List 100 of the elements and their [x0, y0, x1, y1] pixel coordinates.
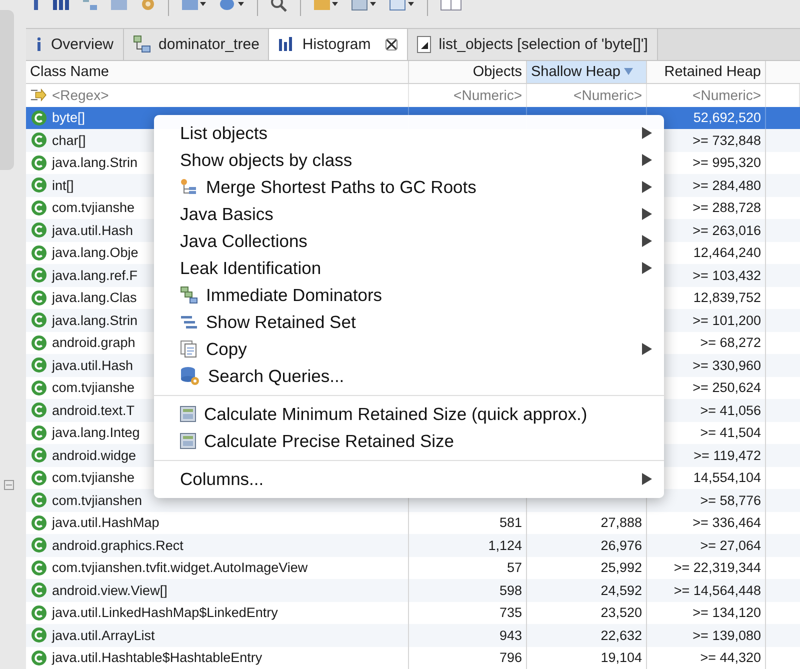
report-icon[interactable] [181, 0, 207, 12]
column-header[interactable]: Retained Heap [647, 60, 766, 83]
table-cell: 581 [499, 515, 522, 530]
tab[interactable]: Overview [26, 29, 124, 60]
menu-item[interactable]: Show Retained Set [154, 308, 664, 336]
class-name: java.lang.Strin [52, 155, 138, 170]
table-cell: 22,632 [600, 628, 642, 643]
submenu-arrow-icon [642, 208, 652, 220]
class-icon [31, 267, 47, 284]
tab[interactable]: list_objects [selection of 'byte[]'] [408, 29, 658, 60]
menu-item[interactable]: Copy [154, 336, 664, 362]
table-cell: >= 14,564,448 [674, 582, 761, 598]
menu-item[interactable]: Leak Identification [154, 254, 664, 282]
table-cell: >= 995,320 [692, 155, 761, 170]
table-cell: 52,692,520 [693, 110, 761, 126]
table-cell: >= 27,064 [700, 538, 761, 553]
table-cell: >= 288,728 [692, 200, 761, 216]
close-icon[interactable] [384, 38, 398, 51]
column-header[interactable]: Shallow Heap [527, 60, 647, 83]
class-name: com.tvjianshe [52, 380, 135, 396]
document-icon [416, 36, 431, 53]
class-icon [31, 470, 47, 486]
class-icon [31, 604, 47, 621]
menu-item[interactable]: Java Collections [154, 228, 664, 254]
table-cell: 26,976 [600, 538, 642, 553]
class-name: android.view.View[] [52, 582, 168, 598]
filter-field[interactable]: <Numeric> [651, 87, 761, 104]
class-name: android.graph [52, 335, 136, 350]
class-name: java.util.Hash [52, 222, 134, 238]
table-cell: 57 [506, 560, 522, 576]
class-name: com.tvjianshe [52, 470, 135, 486]
class-icon [31, 244, 47, 261]
class-name: java.util.LinkedHashMap$LinkedEntry [52, 605, 278, 620]
bar-chart-icon[interactable] [52, 0, 70, 12]
menu-item[interactable]: Immediate Dominators [154, 282, 664, 308]
column-header[interactable]: Class Name [26, 60, 409, 83]
query-icon[interactable] [219, 0, 245, 12]
class-icon [31, 537, 47, 554]
menu-item[interactable]: Calculate Minimum Retained Size (quick approx.) [154, 400, 664, 428]
menu-item[interactable]: Java Basics [154, 200, 664, 228]
table-cell: >= 103,432 [692, 268, 761, 283]
layout-icon[interactable] [440, 0, 462, 12]
grid-icon[interactable] [351, 0, 377, 12]
class-icon [31, 222, 47, 238]
table-row[interactable]: java.util.Hashtable$HashtableEntry 796 19,104 >= 44,320 [26, 646, 800, 669]
tab[interactable]: Histogram [269, 29, 408, 60]
copy-icon [180, 340, 198, 358]
search-icon[interactable] [270, 0, 288, 12]
tree-icon [132, 35, 151, 54]
submenu-arrow-icon [642, 343, 652, 355]
submenu-arrow-icon [642, 473, 652, 485]
menu-item[interactable]: Merge Shortest Paths to GC Roots [154, 174, 664, 200]
table-cell: 19,104 [600, 650, 642, 666]
calculator-icon [180, 433, 196, 449]
class-name: android.text.T [52, 402, 135, 418]
chart-icon[interactable] [389, 0, 415, 12]
class-icon [31, 402, 47, 418]
filter-field[interactable]: <Numeric> [413, 87, 522, 104]
class-icon [31, 424, 47, 441]
class-icon [31, 177, 47, 194]
table-cell: >= 58,776 [700, 492, 761, 508]
class-icon [31, 312, 47, 328]
calculator-icon [180, 406, 196, 422]
path-tree-icon [180, 178, 198, 196]
class-name: com.tvjianshen.tvfit.widget.AutoImageView [52, 560, 308, 576]
table-row[interactable]: java.util.ArrayList 943 22,632 >= 139,080 [26, 624, 800, 646]
class-name: char[] [52, 132, 86, 148]
menu-item[interactable]: Calculate Precise Retained Size [154, 428, 664, 454]
table-cell: >= 139,080 [692, 628, 761, 643]
folder-icon[interactable] [313, 0, 339, 12]
table-cell: >= 284,480 [692, 178, 761, 193]
table-cell: >= 101,200 [692, 312, 761, 328]
menu-item[interactable]: List objects [154, 120, 664, 146]
bar-chart-icon [278, 36, 294, 52]
class-icon [31, 582, 47, 598]
class-icon [31, 514, 47, 531]
filter-field[interactable]: <Regex> [52, 87, 404, 104]
class-icon [31, 290, 47, 306]
class-name: java.util.Hashtable$HashtableEntry [52, 650, 262, 666]
table-row[interactable]: android.view.View[] 598 24,592 >= 14,564,448 [26, 579, 800, 602]
table-cell: 796 [499, 650, 522, 666]
table-cell: >= 44,320 [700, 650, 761, 666]
class-icon [31, 380, 47, 396]
menu-item[interactable]: Search Queries... [154, 362, 664, 390]
class-icon [31, 154, 47, 171]
table-row[interactable]: android.graphics.Rect 1,124 26,976 >= 27,064 [26, 534, 800, 556]
class-name: java.util.Hash [52, 358, 134, 373]
table-cell: >= 41,056 [700, 402, 761, 418]
class-name: int[] [52, 178, 74, 193]
table-cell: >= 263,016 [692, 222, 761, 238]
table-cell: >= 68,272 [700, 335, 761, 350]
filter-field[interactable]: <Numeric> [531, 87, 642, 104]
menu-item[interactable]: Show objects by class [154, 146, 664, 174]
table-cell: >= 336,464 [692, 515, 761, 530]
class-name: java.lang.Clas [52, 290, 137, 306]
table-cell: >= 732,848 [692, 132, 761, 148]
class-icon [31, 110, 47, 126]
class-icon [31, 200, 47, 216]
class-icon [31, 334, 47, 351]
tab[interactable]: dominator_tree [124, 29, 270, 60]
